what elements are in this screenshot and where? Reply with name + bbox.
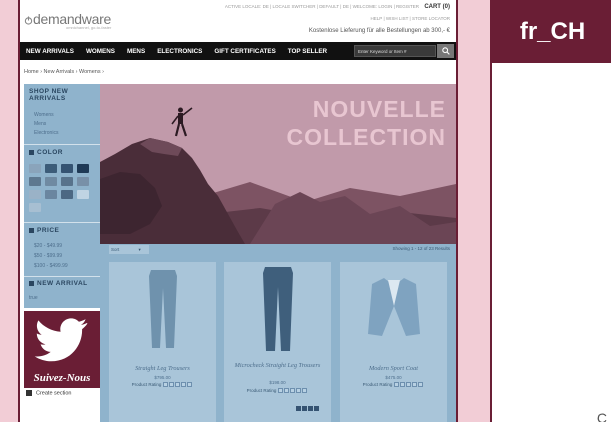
category-link-womens[interactable]: Womens bbox=[34, 112, 54, 118]
checkbox-icon bbox=[26, 390, 32, 396]
product-rating-label: Product Rating bbox=[362, 382, 393, 388]
color-swatch[interactable] bbox=[77, 177, 89, 186]
product-image-trousers bbox=[263, 267, 293, 351]
color-swatch[interactable] bbox=[29, 203, 41, 212]
color-swatch[interactable] bbox=[77, 164, 89, 173]
power-icon bbox=[24, 16, 33, 25]
product-rating: Product Rating bbox=[340, 382, 447, 388]
new-arrival-heading[interactable]: NEW ARRIVAL bbox=[29, 280, 88, 287]
utility-links[interactable]: ACTIVE LOCALE: DE | LOCALE SWITCHER | DE… bbox=[225, 4, 450, 10]
product-rating: Product Rating bbox=[109, 382, 216, 388]
results-count: Showing 1 - 12 of 23 Results bbox=[392, 246, 450, 251]
color-swatch[interactable] bbox=[29, 164, 41, 173]
hero-banner[interactable]: NOUVELLE COLLECTION bbox=[100, 84, 456, 244]
refinement-sidebar: SHOP NEW ARRIVALS Womens Mens Electronic… bbox=[24, 84, 100, 422]
utility-links-text[interactable]: ACTIVE LOCALE: DE | LOCALE SWITCHER | DE… bbox=[225, 4, 419, 9]
product-image-trousers bbox=[149, 270, 177, 348]
color-swatch[interactable] bbox=[45, 164, 57, 173]
price-heading-label: PRICE bbox=[37, 227, 60, 234]
hero-headline-line-2: COLLECTION bbox=[286, 124, 446, 150]
divider bbox=[24, 222, 100, 223]
shop-new-arrivals-heading: SHOP NEW ARRIVALS bbox=[29, 88, 69, 102]
nav-item-top-seller[interactable]: TOP SELLER bbox=[282, 48, 333, 55]
hero-headline-line-1: NOUVELLE bbox=[312, 96, 446, 122]
breadcrumb[interactable]: Home › New Arrivals › Womens › bbox=[24, 69, 104, 75]
divider bbox=[24, 276, 100, 277]
sidebar-refinements: SHOP NEW ARRIVALS Womens Mens Electronic… bbox=[24, 84, 100, 308]
price-link[interactable]: $100 - $499.99 bbox=[34, 263, 68, 269]
sort-dropdown[interactable]: Sort ▾ bbox=[109, 245, 149, 254]
new-arrival-heading-label: NEW ARRIVAL bbox=[37, 280, 88, 287]
locale-panel: fr_CH C bbox=[490, 0, 611, 422]
color-swatch[interactable] bbox=[77, 190, 89, 199]
rating-stars-icon bbox=[163, 382, 193, 388]
color-swatch[interactable] bbox=[29, 177, 41, 186]
site-header: demandware omnichannel, go-to-faster ACT… bbox=[20, 0, 456, 42]
nav-item-womens[interactable]: WOMENS bbox=[80, 48, 121, 55]
search-icon bbox=[441, 47, 450, 55]
chevron-down-icon: ▾ bbox=[138, 247, 141, 252]
price-link[interactable]: $20 - $49.99 bbox=[34, 243, 62, 249]
product-price: $198.00 bbox=[269, 380, 286, 385]
product-rating-label: Product Rating bbox=[246, 388, 277, 394]
category-link-mens[interactable]: Mens bbox=[34, 121, 46, 127]
product-tile[interactable]: Modern Sport Coat $475.00 Product Rating bbox=[340, 262, 447, 422]
product-grid: Sort ▾ Showing 1 - 12 of 23 Results Stra… bbox=[100, 244, 456, 422]
screenshot-stage: demandware omnichannel, go-to-faster ACT… bbox=[0, 0, 611, 422]
rating-stars-icon bbox=[278, 388, 308, 394]
nav-item-new-arrivals[interactable]: NEW ARRIVALS bbox=[20, 48, 80, 55]
nav-item-gift-certificates[interactable]: GIFT CERTIFICATES bbox=[208, 48, 281, 55]
create-section-button[interactable]: Create section bbox=[26, 390, 71, 396]
cart-link[interactable]: CART (0) bbox=[424, 4, 450, 10]
product-price: $795.00 bbox=[154, 375, 171, 380]
search-button[interactable] bbox=[437, 44, 454, 58]
product-tile[interactable]: Microcheck Straight Leg Trousers $198.00… bbox=[224, 262, 331, 422]
cart-label[interactable]: CART bbox=[424, 4, 441, 10]
create-section-label: Create section bbox=[36, 390, 72, 397]
nav-item-electronics[interactable]: ELECTRONICS bbox=[151, 48, 208, 55]
divider bbox=[24, 144, 100, 145]
rating-stars-icon bbox=[394, 382, 424, 388]
color-swatch[interactable] bbox=[45, 190, 57, 199]
collapse-icon bbox=[29, 227, 34, 233]
storefront-page: demandware omnichannel, go-to-faster ACT… bbox=[18, 0, 458, 422]
product-name[interactable]: Microcheck Straight Leg Trousers bbox=[224, 362, 331, 369]
twitter-bird-icon bbox=[34, 318, 88, 362]
color-swatch[interactable] bbox=[45, 177, 57, 186]
color-variation-swatches[interactable] bbox=[296, 398, 320, 416]
help-links[interactable]: HELP | WISH LIST | STORE LOCATOR bbox=[371, 16, 450, 21]
promo-text: Suivez-Nous bbox=[33, 372, 91, 384]
product-name[interactable]: Straight Leg Trousers bbox=[109, 365, 216, 372]
category-link-electronics[interactable]: Electronics bbox=[34, 130, 58, 136]
product-name[interactable]: Modern Sport Coat bbox=[340, 365, 447, 372]
color-swatch[interactable] bbox=[61, 190, 73, 199]
sort-label: Sort bbox=[111, 247, 120, 252]
shipping-note: Kostenlose Lieferung für alle Bestellung… bbox=[308, 28, 450, 34]
logo-tagline: omnichannel, go-to-faster bbox=[66, 25, 112, 30]
collapse-icon bbox=[29, 280, 34, 286]
product-rating: Product Rating bbox=[224, 388, 331, 394]
search-input[interactable] bbox=[354, 45, 436, 57]
color-swatch[interactable] bbox=[29, 190, 41, 199]
corner-glyph: C bbox=[596, 410, 607, 422]
product-price: $475.00 bbox=[385, 375, 402, 380]
price-heading[interactable]: PRICE bbox=[29, 227, 59, 234]
color-heading-label: COLOR bbox=[37, 149, 63, 156]
locale-badge: fr_CH bbox=[492, 0, 611, 63]
product-image-sport-coat bbox=[368, 278, 420, 336]
product-rating-label: Product Rating bbox=[131, 382, 162, 388]
collapse-icon bbox=[29, 149, 34, 155]
color-heading[interactable]: COLOR bbox=[29, 149, 63, 156]
nav-item-mens[interactable]: MENS bbox=[121, 48, 151, 55]
color-swatch[interactable] bbox=[61, 177, 73, 186]
right-gutter-overlay bbox=[458, 0, 490, 422]
new-arrival-value[interactable]: true bbox=[29, 295, 38, 301]
price-link[interactable]: $50 - $99.99 bbox=[34, 253, 62, 259]
product-tile[interactable]: Straight Leg Trousers $795.00 Product Ra… bbox=[109, 262, 216, 422]
cart-count: (0) bbox=[442, 4, 450, 10]
left-gutter-overlay bbox=[0, 0, 19, 422]
color-swatch[interactable] bbox=[61, 164, 73, 173]
